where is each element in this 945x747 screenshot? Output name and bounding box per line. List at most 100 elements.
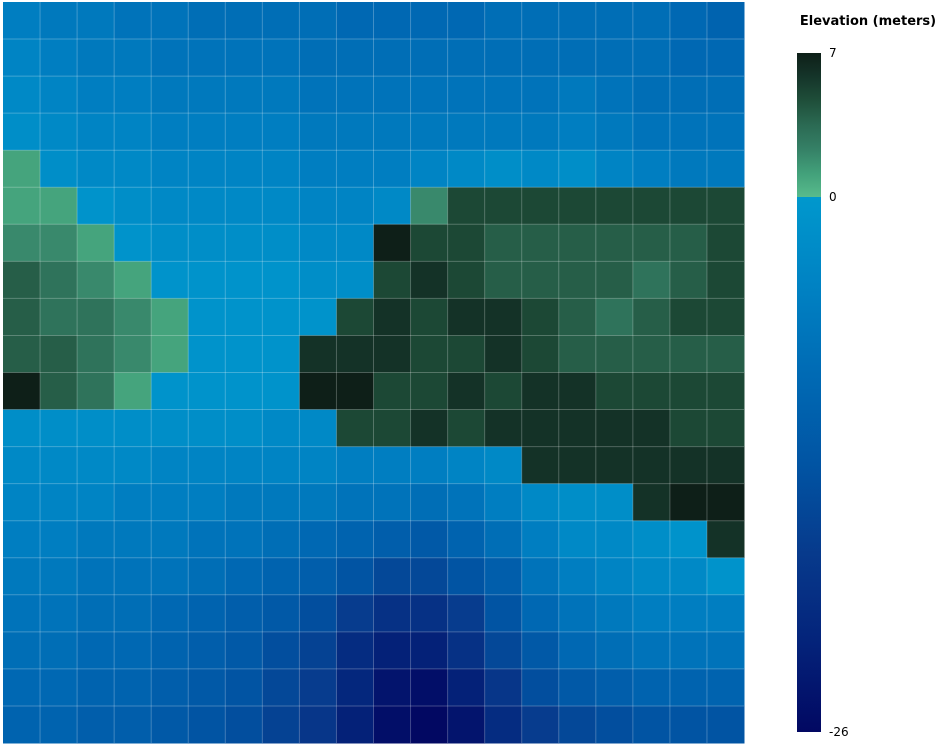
- heatmap-cell: [77, 76, 115, 114]
- heatmap-cell: [706, 594, 745, 633]
- heatmap-cell: [3, 335, 41, 373]
- heatmap-cell: [151, 335, 189, 373]
- heatmap-cell: [3, 261, 41, 299]
- heatmap-cell: [373, 520, 412, 559]
- elevation-heatmap-chart: Elevation (meters) 7 0 -26: [3, 2, 936, 744]
- heatmap-cell: [595, 668, 634, 707]
- heatmap-cell: [336, 261, 374, 299]
- heatmap-grid: [3, 2, 744, 743]
- heatmap-cell: [595, 520, 634, 559]
- heatmap-cell: [595, 76, 634, 114]
- heatmap-cell: [595, 557, 634, 596]
- heatmap-cell: [40, 483, 78, 522]
- heatmap-cell: [188, 409, 226, 448]
- heatmap-cell: [669, 557, 708, 596]
- heatmap-cell: [225, 705, 263, 744]
- heatmap-cell: [225, 261, 263, 299]
- heatmap-cell: [40, 335, 78, 373]
- heatmap-cell: [3, 557, 41, 596]
- heatmap-cell: [558, 261, 597, 299]
- heatmap-cell: [299, 409, 337, 448]
- heatmap-cell: [77, 594, 115, 633]
- heatmap-cell: [336, 187, 374, 225]
- heatmap-cell: [595, 483, 634, 522]
- heatmap-cell: [299, 631, 337, 670]
- heatmap-cell: [188, 150, 226, 188]
- heatmap-cell: [669, 705, 708, 744]
- heatmap-cell: [299, 668, 337, 707]
- heatmap-cell: [299, 76, 337, 114]
- heatmap-cell: [521, 631, 560, 670]
- heatmap-cell: [262, 557, 300, 596]
- heatmap-cell: [669, 298, 708, 336]
- heatmap-cell: [706, 483, 745, 522]
- heatmap-cell: [114, 483, 152, 522]
- heatmap-cell: [447, 113, 486, 151]
- heatmap-cell: [336, 446, 374, 485]
- heatmap-cell: [299, 446, 337, 485]
- heatmap-cell: [299, 594, 337, 633]
- heatmap-cell: [632, 224, 671, 262]
- heatmap-cell: [706, 409, 745, 448]
- heatmap-cell: [151, 668, 189, 707]
- heatmap-cell: [706, 446, 745, 485]
- heatmap-cell: [3, 113, 41, 151]
- heatmap-cell: [410, 557, 449, 596]
- heatmap-cell: [410, 483, 449, 522]
- heatmap-cell: [558, 372, 597, 411]
- heatmap-cell: [188, 668, 226, 707]
- heatmap-cell: [3, 39, 41, 77]
- heatmap-cell: [262, 2, 300, 40]
- heatmap-cell: [373, 668, 412, 707]
- heatmap-cell: [373, 446, 412, 485]
- heatmap-cell: [188, 187, 226, 225]
- heatmap-cell: [706, 372, 745, 411]
- heatmap-cell: [77, 39, 115, 77]
- heatmap-cell: [484, 335, 523, 373]
- heatmap-cell: [521, 2, 560, 40]
- heatmap-cell: [706, 39, 745, 77]
- heatmap-cell: [77, 520, 115, 559]
- heatmap-cell: [40, 594, 78, 633]
- heatmap-cell: [77, 187, 115, 225]
- heatmap-cell: [595, 2, 634, 40]
- heatmap-cell: [447, 520, 486, 559]
- heatmap-cell: [299, 224, 337, 262]
- heatmap-cell: [373, 150, 412, 188]
- heatmap-cell: [3, 594, 41, 633]
- heatmap-cell: [3, 372, 41, 411]
- heatmap-cell: [336, 483, 374, 522]
- heatmap-cell: [706, 224, 745, 262]
- heatmap-cell: [225, 557, 263, 596]
- heatmap-cell: [558, 446, 597, 485]
- heatmap-cell: [447, 409, 486, 448]
- heatmap-cell: [558, 150, 597, 188]
- heatmap-cell: [77, 150, 115, 188]
- heatmap-cell: [521, 372, 560, 411]
- heatmap-cell: [151, 631, 189, 670]
- heatmap-cell: [373, 409, 412, 448]
- heatmap-cell: [151, 2, 189, 40]
- heatmap-cell: [632, 298, 671, 336]
- heatmap-cell: [40, 557, 78, 596]
- heatmap-cell: [151, 150, 189, 188]
- heatmap-cell: [595, 631, 634, 670]
- heatmap-cell: [447, 668, 486, 707]
- heatmap-cell: [77, 446, 115, 485]
- heatmap-cell: [299, 113, 337, 151]
- heatmap-cell: [151, 594, 189, 633]
- heatmap-cell: [521, 705, 560, 744]
- heatmap-cell: [225, 113, 263, 151]
- heatmap-cell: [225, 520, 263, 559]
- heatmap-cell: [3, 224, 41, 262]
- heatmap-cell: [40, 113, 78, 151]
- heatmap-cell: [114, 594, 152, 633]
- heatmap-cell: [632, 39, 671, 77]
- heatmap-cell: [484, 594, 523, 633]
- heatmap-cell: [299, 150, 337, 188]
- heatmap-cell: [632, 261, 671, 299]
- heatmap-cell: [225, 594, 263, 633]
- heatmap-cell: [373, 594, 412, 633]
- heatmap-cell: [151, 557, 189, 596]
- heatmap-cell: [225, 631, 263, 670]
